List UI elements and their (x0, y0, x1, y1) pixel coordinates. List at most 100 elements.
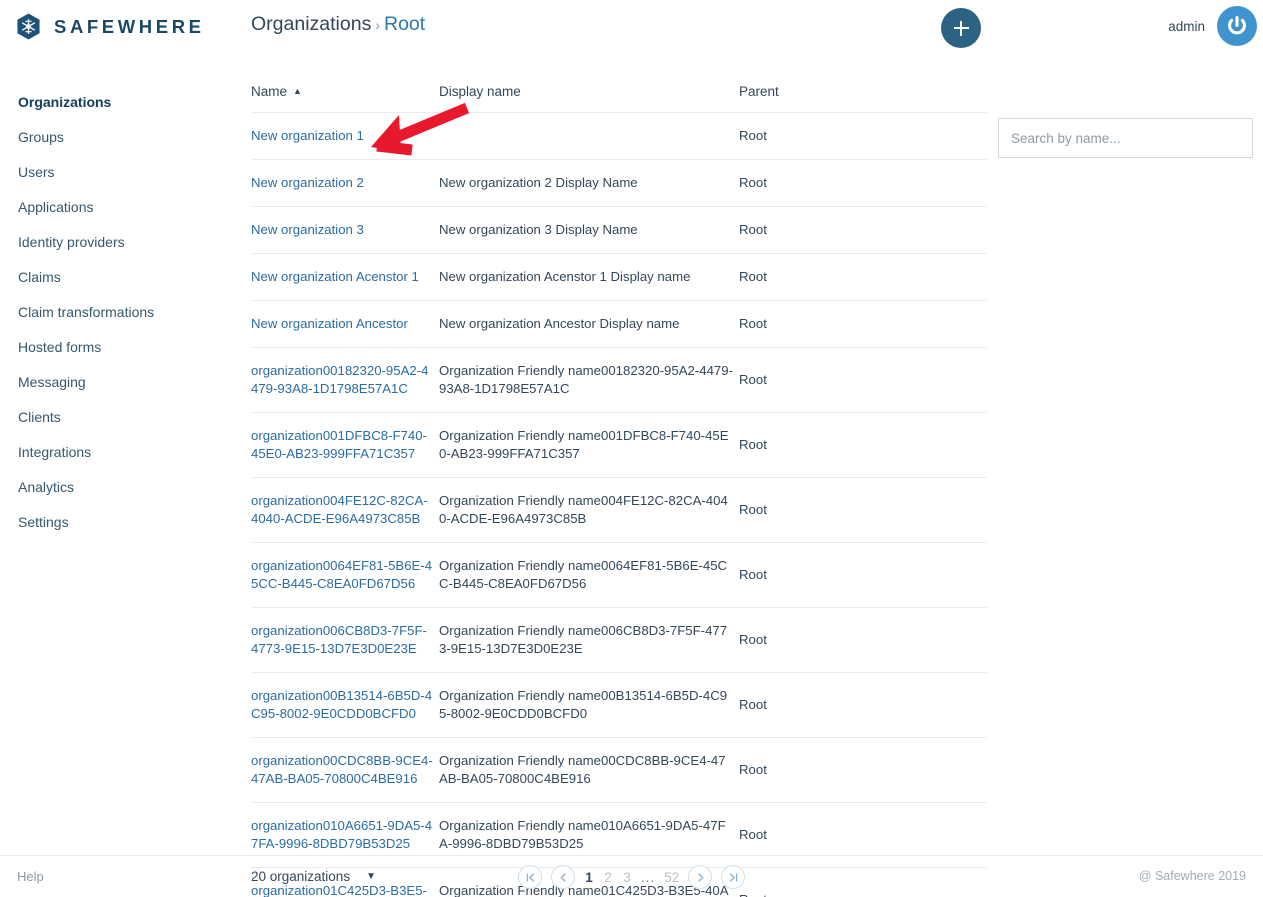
organization-parent: Root (739, 672, 987, 738)
organization-parent: Root (739, 159, 987, 207)
avatar[interactable] (1217, 6, 1257, 46)
sidebar-item-groups[interactable]: Groups (0, 120, 230, 155)
sidebar-item-users[interactable]: Users (0, 155, 230, 190)
table-row: New organization 2 New organization 2 Dis… (251, 159, 987, 207)
next-page-button[interactable] (688, 865, 713, 889)
organization-name-link[interactable]: New organization 2 (251, 159, 439, 207)
organization-parent: Root (739, 542, 987, 608)
help-link[interactable]: Help (17, 869, 44, 884)
sidebar-item-applications[interactable]: Applications (0, 190, 230, 225)
organization-parent: Root (739, 867, 987, 897)
organization-name-link[interactable]: organization006CB8D3-7F5F-4773-9E15-13D7… (251, 607, 439, 673)
organization-name-link[interactable]: New organization 1 (251, 112, 439, 160)
page-size-selector[interactable]: 20 organizations ▼ (251, 869, 376, 884)
organization-parent: Root (739, 300, 987, 348)
pagination: 1 2 3 ... 52 (518, 865, 746, 889)
previous-page-button[interactable] (551, 865, 575, 889)
table-body: New organization 1 Root New organization 2… (251, 112, 987, 897)
brand-logo[interactable]: SAFEWHERE (14, 12, 205, 41)
breadcrumb-separator-icon: › (375, 17, 380, 33)
organization-name-link[interactable]: New organization Ancestor (251, 300, 439, 348)
organization-parent: Root (739, 253, 987, 301)
column-header-name[interactable]: Name ▲ (251, 84, 439, 113)
organization-display-name: Organization Friendly name006CB8D3-7F5F-… (439, 607, 739, 673)
page-number-2[interactable]: 2 (603, 870, 613, 885)
add-organization-button[interactable] (941, 8, 981, 48)
organization-display-name: Organization Friendly name001DFBC8-F740-… (439, 412, 739, 478)
breadcrumb: Organizations › Root (251, 13, 425, 36)
last-page-button[interactable] (721, 865, 746, 889)
organizations-table-container: Name ▲ Display name Parent New organizati… (251, 84, 987, 897)
organization-name-link[interactable]: organization00182320-95A2-4479-93A8-1D17… (251, 347, 439, 413)
sidebar-item-hosted-forms[interactable]: Hosted forms (0, 330, 230, 365)
organization-display-name: Organization Friendly name0064EF81-5B6E-… (439, 542, 739, 608)
sidebar-item-clients[interactable]: Clients (0, 400, 230, 435)
next-page-icon (698, 872, 704, 882)
sort-ascending-icon: ▲ (293, 86, 302, 96)
organization-display-name: Organization Friendly name00B13514-6B5D-… (439, 672, 739, 738)
table-row: organization00182320-95A2-4479-93A8-1D17… (251, 347, 987, 413)
page-number-1[interactable]: 1 (584, 870, 594, 885)
brand-name: SAFEWHERE (54, 15, 205, 37)
organization-name-link[interactable]: organization0064EF81-5B6E-45CC-B445-C8EA… (251, 542, 439, 608)
organizations-table: Name ▲ Display name Parent New organizati… (251, 84, 987, 897)
table-row: New organization 1 Root (251, 112, 987, 160)
organization-name-link[interactable]: organization004FE12C-82CA-4040-ACDE-E96A… (251, 477, 439, 543)
organization-name-link[interactable]: organization001DFBC8-F740-45E0-AB23-999F… (251, 412, 439, 478)
table-row: New organization Acenstor 1 New organizat… (251, 253, 987, 301)
prev-page-icon (560, 872, 566, 882)
column-header-name-label: Name (251, 84, 288, 99)
search-input[interactable] (998, 118, 1253, 158)
app-header: SAFEWHERE Organizations › Root admin (0, 0, 1263, 56)
organization-parent: Root (739, 477, 987, 543)
organization-name-link[interactable]: New organization Acenstor 1 (251, 253, 439, 301)
sidebar-item-claim-transformations[interactable]: Claim transformations (0, 295, 230, 330)
sidebar-item-analytics[interactable]: Analytics (0, 470, 230, 505)
page-number-last[interactable]: 52 (664, 870, 679, 885)
table-row: organization00CDC8BB-9CE4-47AB-BA05-7080… (251, 737, 987, 803)
footer-divider (0, 855, 1263, 856)
sidebar-item-identity-providers[interactable]: Identity providers (0, 225, 230, 260)
page-number-3[interactable]: 3 (622, 870, 632, 885)
sidebar-item-messaging[interactable]: Messaging (0, 365, 230, 400)
safewhere-hexagon-logo-icon (17, 13, 40, 40)
organization-display-name: New organization 2 Display Name (439, 159, 739, 207)
app-root: SAFEWHERE Organizations › Root admin Organ… (0, 0, 1263, 897)
chevron-down-icon: ▼ (366, 871, 376, 882)
table-row: organization006CB8D3-7F5F-4773-9E15-13D7… (251, 607, 987, 673)
organization-display-name: Organization Friendly name00182320-95A2-… (439, 347, 739, 413)
table-row: New organization Ancestor New organizatio… (251, 300, 987, 348)
organization-parent: Root (739, 607, 987, 673)
organization-display-name: Organization Friendly name004FE12C-82CA-… (439, 477, 739, 543)
table-row: New organization 3 New organization 3 Dis… (251, 206, 987, 254)
organization-parent: Root (739, 737, 987, 803)
organization-parent: Root (739, 347, 987, 413)
table-row: organization004FE12C-82CA-4040-ACDE-E96A… (251, 477, 987, 543)
organization-name-link[interactable]: organization010A6651-9DA5-47FA-9996-8DBD… (251, 802, 439, 868)
organization-name-link[interactable]: organization00B13514-6B5D-4C95-8002-9E0C… (251, 672, 439, 738)
organization-name-link[interactable]: New organization 3 (251, 206, 439, 254)
organization-parent: Root (739, 206, 987, 254)
sidebar-nav: Organizations Groups Users Applications … (0, 85, 230, 540)
sidebar-item-settings[interactable]: Settings (0, 505, 230, 540)
organization-display-name: New organization Acenstor 1 Display name (439, 253, 739, 301)
copyright-text: @ Safewhere 2019 (1138, 869, 1246, 883)
breadcrumb-current[interactable]: Root (384, 13, 425, 35)
table-row: organization010A6651-9DA5-47FA-9996-8DBD… (251, 802, 987, 868)
breadcrumb-root[interactable]: Organizations (251, 13, 371, 35)
organization-display-name: New organization 3 Display Name (439, 206, 739, 254)
organization-name-link[interactable]: organization00CDC8BB-9CE4-47AB-BA05-7080… (251, 737, 439, 803)
column-header-parent[interactable]: Parent (739, 84, 987, 113)
pagination-ellipsis: ... (641, 869, 656, 885)
first-page-button[interactable] (518, 865, 542, 889)
sidebar-item-claims[interactable]: Claims (0, 260, 230, 295)
table-row: organization001DFBC8-F740-45E0-AB23-999F… (251, 412, 987, 478)
sidebar-item-integrations[interactable]: Integrations (0, 435, 230, 470)
power-icon (1228, 16, 1246, 35)
column-header-display-name[interactable]: Display name (439, 84, 739, 113)
organization-display-name (439, 112, 739, 160)
sidebar-item-organizations[interactable]: Organizations (0, 85, 230, 120)
organization-display-name: New organization Ancestor Display name (439, 300, 739, 348)
organization-parent: Root (739, 112, 987, 160)
plus-icon (953, 20, 969, 36)
